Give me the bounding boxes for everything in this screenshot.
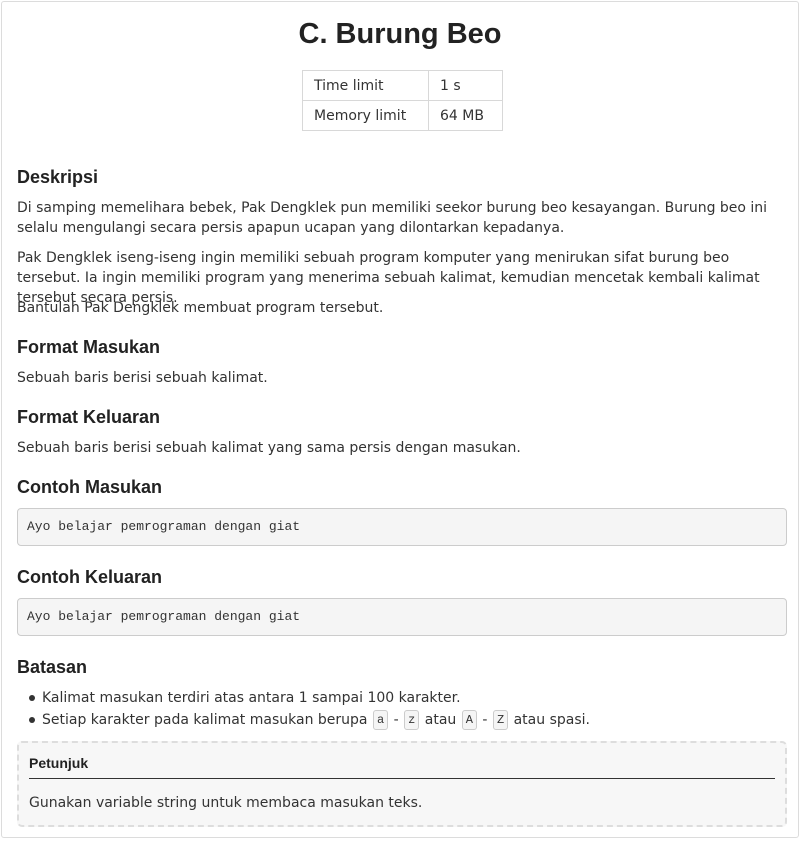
list-item: Kalimat masukan terdiri atas antara 1 sa… (17, 687, 787, 709)
constraint-text: - (482, 712, 488, 728)
input-format-heading: Format Masukan (17, 337, 161, 357)
inline-code: A (461, 710, 477, 730)
constraint-text: atau (424, 712, 457, 728)
description-heading: Deskripsi (17, 167, 99, 187)
inline-code: a (372, 710, 389, 730)
problem-title: C. Burung Beo (298, 18, 502, 50)
inline-code: Z (492, 710, 509, 730)
limits-table: Time limit 1 s Memory limit 64 MB (302, 70, 503, 131)
limit-row-time: Time limit 1 s (302, 70, 503, 101)
constraint-text: atau spasi. (513, 712, 590, 728)
limit-value: 1 s (428, 70, 503, 101)
constraint-text: Setiap karakter pada kalimat masukan ber… (42, 712, 368, 728)
constraint-text: - (393, 712, 399, 728)
description-paragraph: Di samping memelihara bebek, Pak Dengkle… (17, 200, 768, 236)
description-paragraph: Bantulah Pak Dengklek membuat program te… (17, 300, 384, 316)
sample-output-heading: Contoh Keluaran (17, 567, 163, 587)
sample-input-heading: Contoh Masukan (17, 477, 163, 497)
hint-box: Petunjuk Gunakan variable string untuk m… (17, 741, 787, 827)
limit-label: Memory limit (302, 100, 429, 131)
input-format-text: Sebuah baris berisi sebuah kalimat. (17, 370, 268, 386)
limit-label: Time limit (302, 70, 429, 101)
inline-code: z (404, 710, 420, 730)
problem-page: C. Burung Beo Time limit 1 s Memory limi… (1, 1, 799, 838)
sample-output-block: Ayo belajar pemrograman dengan giat (17, 598, 787, 636)
output-format-heading: Format Keluaran (17, 407, 161, 427)
constraints-list: Kalimat masukan terdiri atas antara 1 sa… (17, 687, 787, 731)
constraint-text: Kalimat masukan terdiri atas antara 1 sa… (42, 690, 461, 706)
hint-title: Petunjuk (29, 755, 89, 771)
hint-divider (29, 778, 775, 779)
limit-value: 64 MB (428, 100, 503, 131)
sample-input-block: Ayo belajar pemrograman dengan giat (17, 508, 787, 546)
constraints-heading: Batasan (17, 657, 88, 677)
hint-text: Gunakan variable string untuk membaca ma… (29, 795, 423, 811)
output-format-text: Sebuah baris berisi sebuah kalimat yang … (17, 440, 521, 456)
list-item: Setiap karakter pada kalimat masukan ber… (17, 709, 787, 731)
limit-row-memory: Memory limit 64 MB (302, 100, 503, 131)
